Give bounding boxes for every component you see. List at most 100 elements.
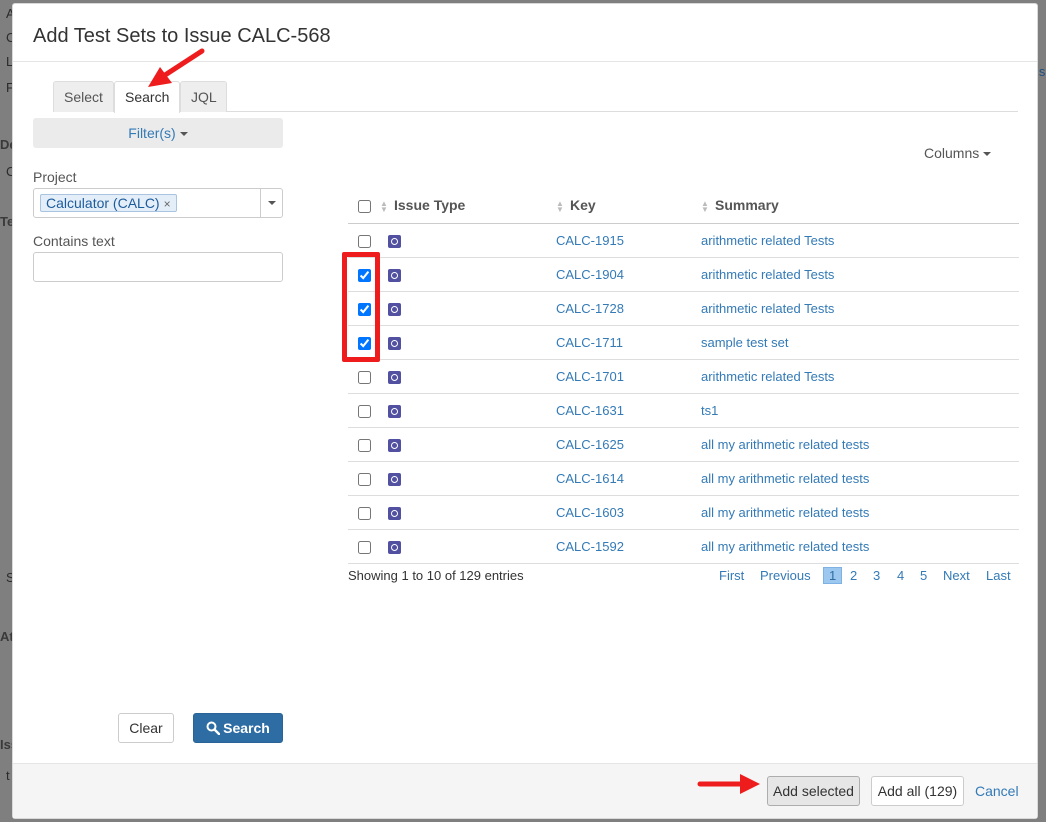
table-row: CALC-1904 arithmetic related Tests	[348, 257, 1019, 292]
issue-type-cell	[380, 495, 556, 530]
caret-down-icon	[179, 132, 188, 137]
add-all-button[interactable]: Add all (129)	[871, 776, 964, 806]
issue-type-cell	[380, 325, 556, 360]
column-label: Key	[570, 197, 596, 214]
pagination-first[interactable]: First	[719, 568, 744, 583]
column-label: Summary	[715, 197, 779, 214]
summary-cell: all my arithmetic related tests	[701, 461, 1019, 496]
search-button-label: Search	[223, 720, 270, 736]
issue-key-link[interactable]: CALC-1701	[556, 369, 624, 384]
contains-text-input[interactable]	[33, 252, 283, 282]
row-checkbox[interactable]	[357, 540, 371, 554]
sort-icon: ▲ ▼	[701, 198, 709, 214]
summary-cell: arithmetic related Tests	[701, 291, 1019, 326]
row-checkbox[interactable]	[357, 472, 371, 486]
issue-summary-link[interactable]: ts1	[701, 403, 718, 418]
issue-summary-link[interactable]: arithmetic related Tests	[701, 369, 834, 384]
pagination-last[interactable]: Last	[986, 568, 1011, 583]
table-header-row: ▲ ▼ Issue Type ▲ ▼ Key ▲ ▼ Summary	[348, 188, 1019, 224]
add-selected-button[interactable]: Add selected	[767, 776, 860, 806]
row-select-cell	[348, 529, 380, 564]
issue-summary-link[interactable]: all my arithmetic related tests	[701, 437, 869, 452]
row-select-cell	[348, 427, 380, 462]
key-cell: CALC-1625	[556, 427, 701, 462]
issue-key-link[interactable]: CALC-1631	[556, 403, 624, 418]
pagination-page-2[interactable]: 2	[850, 568, 857, 583]
summary-cell: all my arithmetic related tests	[701, 529, 1019, 564]
table-row: CALC-1711 sample test set	[348, 325, 1019, 360]
filters-button[interactable]: Filter(s)	[33, 118, 283, 148]
caret-down-icon	[983, 152, 992, 157]
columns-dropdown[interactable]: Columns	[924, 145, 992, 161]
tab-select[interactable]: Select	[53, 81, 114, 112]
add-test-sets-dialog: Add Test Sets to Issue CALC-568 Select S…	[12, 3, 1038, 819]
select-all-header	[348, 188, 380, 224]
issue-summary-link[interactable]: sample test set	[701, 335, 788, 350]
issue-key-link[interactable]: CALC-1592	[556, 539, 624, 554]
caret-down-icon	[268, 201, 276, 205]
pagination-page-4[interactable]: 4	[897, 568, 904, 583]
row-checkbox[interactable]	[357, 234, 371, 248]
row-checkbox[interactable]	[357, 370, 371, 384]
project-select[interactable]: Calculator (CALC) ×	[33, 188, 283, 218]
column-header-key[interactable]: ▲ ▼ Key	[556, 188, 701, 224]
issue-type-cell	[380, 359, 556, 394]
filters-label: Filter(s)	[128, 125, 176, 141]
pagination-previous[interactable]: Previous	[760, 568, 811, 583]
issue-summary-link[interactable]: arithmetic related Tests	[701, 233, 834, 248]
issue-summary-link[interactable]: all my arithmetic related tests	[701, 539, 869, 554]
issue-type-cell	[380, 461, 556, 496]
pagination-page-5[interactable]: 5	[920, 568, 927, 583]
table-row: CALC-1631 ts1	[348, 393, 1019, 428]
key-cell: CALC-1728	[556, 291, 701, 326]
search-button[interactable]: Search	[193, 713, 283, 743]
row-select-cell	[348, 359, 380, 394]
background-fragment: t	[6, 768, 10, 783]
column-header-summary[interactable]: ▲ ▼ Summary	[701, 188, 1019, 224]
dialog-title: Add Test Sets to Issue CALC-568	[33, 25, 331, 47]
test-set-icon	[388, 472, 401, 486]
issue-key-link[interactable]: CALC-1915	[556, 233, 624, 248]
annotation-arrow-icon	[148, 48, 205, 87]
pagination-page-3[interactable]: 3	[873, 568, 880, 583]
table-row: CALC-1915 arithmetic related Tests	[348, 223, 1019, 258]
issue-key-link[interactable]: CALC-1625	[556, 437, 624, 452]
issue-key-link[interactable]: CALC-1614	[556, 471, 624, 486]
table-row: CALC-1603 all my arithmetic related tests	[348, 495, 1019, 530]
cancel-link[interactable]: Cancel	[975, 783, 1019, 799]
issue-summary-link[interactable]: all my arithmetic related tests	[701, 471, 869, 486]
table-row: CALC-1625 all my arithmetic related tests	[348, 427, 1019, 462]
clear-button[interactable]: Clear	[118, 713, 174, 743]
test-set-icon	[388, 370, 401, 384]
key-cell: CALC-1614	[556, 461, 701, 496]
sort-icon: ▲ ▼	[380, 198, 388, 214]
issue-key-link[interactable]: CALC-1711	[556, 335, 623, 350]
annotation-arrow-icon	[697, 774, 760, 794]
column-label: Issue Type	[394, 197, 466, 214]
issue-summary-link[interactable]: arithmetic related Tests	[701, 301, 834, 316]
sort-icon: ▲ ▼	[556, 198, 564, 214]
issue-key-link[interactable]: CALC-1728	[556, 301, 624, 316]
issue-summary-link[interactable]: arithmetic related Tests	[701, 267, 834, 282]
remove-tag-icon[interactable]: ×	[164, 197, 171, 211]
row-checkbox[interactable]	[357, 404, 371, 418]
project-label: Project	[33, 169, 77, 185]
row-select-cell	[348, 495, 380, 530]
row-checkbox[interactable]	[357, 438, 371, 452]
columns-label: Columns	[924, 145, 980, 161]
project-dropdown-toggle[interactable]	[260, 189, 282, 217]
test-set-icon	[388, 438, 401, 452]
contains-text-label: Contains text	[33, 233, 115, 249]
pagination-next[interactable]: Next	[943, 568, 970, 583]
select-all-checkbox[interactable]	[357, 200, 371, 214]
column-header-issue-type[interactable]: ▲ ▼ Issue Type	[380, 188, 556, 224]
issue-key-link[interactable]: CALC-1603	[556, 505, 624, 520]
key-cell: CALC-1631	[556, 393, 701, 428]
issue-summary-link[interactable]: all my arithmetic related tests	[701, 505, 869, 520]
row-checkbox[interactable]	[357, 506, 371, 520]
pagination-page-1[interactable]: 1	[823, 567, 843, 584]
row-select-cell	[348, 461, 380, 496]
issue-type-cell	[380, 393, 556, 428]
issue-key-link[interactable]: CALC-1904	[556, 267, 624, 282]
key-cell: CALC-1915	[556, 223, 701, 258]
